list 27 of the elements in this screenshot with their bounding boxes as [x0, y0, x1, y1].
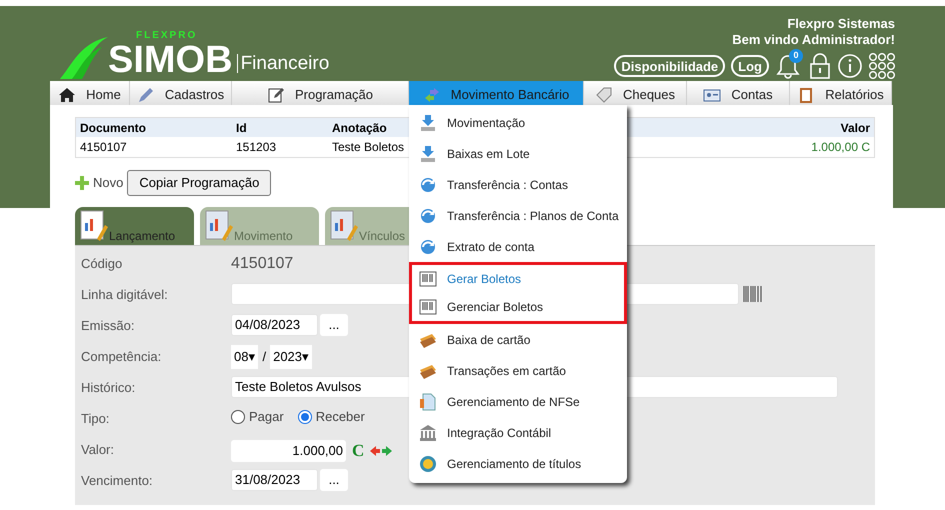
field-label: Emissão: [81, 317, 136, 335]
field-label: Vencimento: [81, 472, 154, 490]
notification-badge: 0 [789, 48, 803, 62]
brand-name: SIMOB [108, 40, 233, 78]
field-label: Código [81, 255, 124, 273]
table-cell-text: Teste Boletos [332, 139, 404, 156]
separator: / [262, 348, 266, 366]
table-cell-text: 4150107 [80, 139, 128, 156]
field-label: Competência: [81, 348, 162, 366]
welcome-text: Bem vindo Administrador! [732, 32, 895, 48]
column-header: Valor [840, 120, 870, 136]
column-header: Id [236, 120, 248, 136]
field-value: 4150107 [231, 255, 294, 272]
table-cell-text: 151203 [236, 139, 278, 156]
column-header: Anotação [332, 120, 387, 136]
field-label: Histórico: [81, 379, 136, 397]
brand-tag: FLEXPRO [108, 30, 233, 40]
radio-label: Pagar [249, 408, 284, 426]
field-label: Valor: [81, 441, 115, 459]
field-label: Tipo: [81, 410, 110, 428]
credit-indicator: C [352, 440, 364, 462]
company-name: Flexpro Sistemas [787, 16, 895, 32]
field-label: Linha digitável: [81, 286, 169, 304]
module-name: Financeiro [236, 54, 330, 72]
table-cell-text: 1.000,00 C [811, 139, 870, 156]
column-header: Documento [80, 120, 147, 136]
radio-label: Receber [316, 408, 365, 426]
